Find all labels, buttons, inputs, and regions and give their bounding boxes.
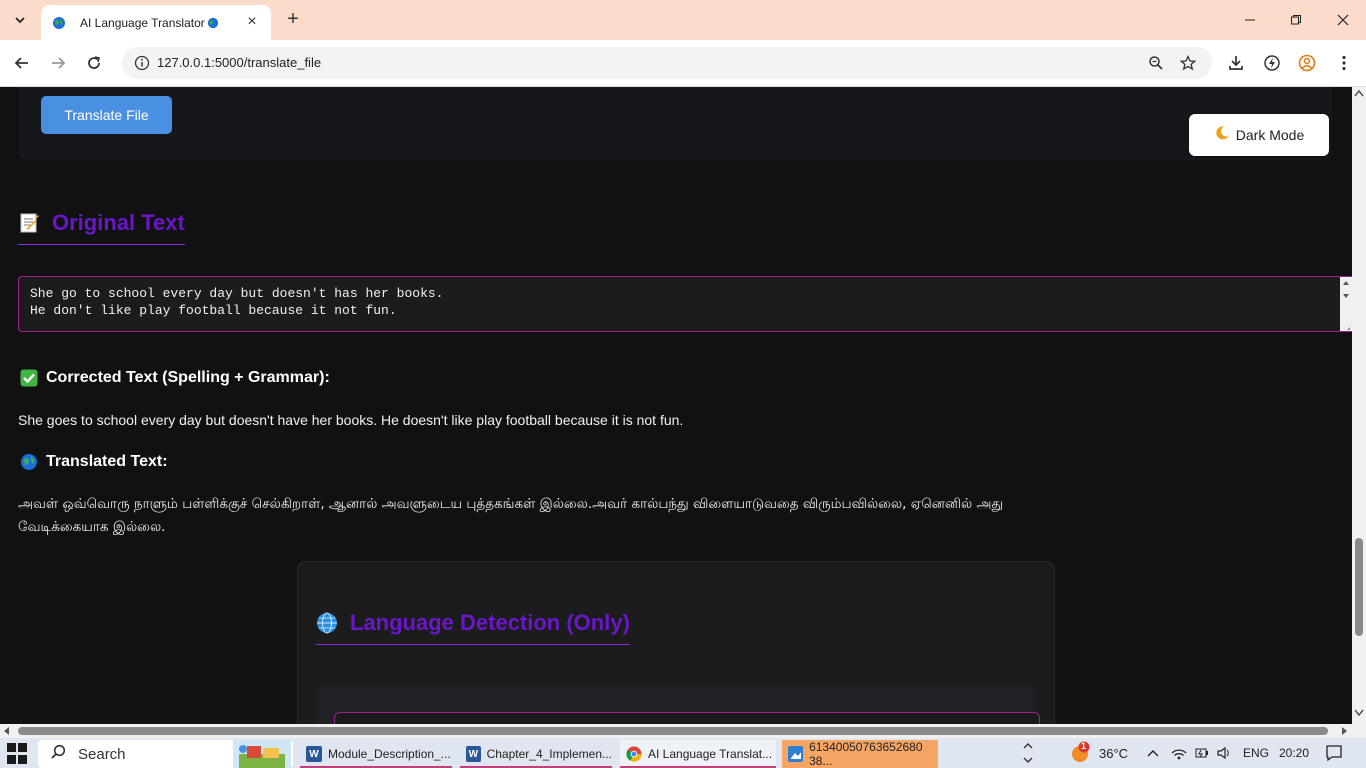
translated-text-heading-label: Translated Text: (46, 453, 168, 470)
reload-icon[interactable] (82, 51, 106, 75)
url-text[interactable]: 127.0.0.1:5000/translate_file (157, 55, 321, 70)
back-arrow-icon[interactable] (10, 51, 34, 75)
weather-icon[interactable]: 1 (1068, 741, 1092, 768)
detection-form (316, 686, 1040, 724)
profile-avatar-icon[interactable] (1296, 52, 1318, 74)
taskbar-item-chrome[interactable]: AI Language Translat... (620, 740, 776, 768)
windows-start-icon[interactable] (7, 743, 29, 765)
tab-title: AI Language Translator (80, 15, 205, 30)
scrollbar-corner (1352, 724, 1366, 738)
tab-search-icon[interactable] (6, 7, 34, 33)
language-detection-heading-label: Language Detection (Only) (350, 610, 630, 635)
globe-favicon-icon (51, 15, 67, 31)
taskbar-item-label: 61340050763652680​38... (809, 740, 923, 768)
globe-meridians-icon (316, 612, 338, 634)
language-detection-card: Language Detection (Only) (297, 561, 1055, 724)
battery-plug-icon[interactable] (1194, 745, 1210, 764)
original-text-area[interactable]: She go to school every day but doesn't h… (18, 276, 1352, 332)
translated-text-heading: Translated Text: (20, 453, 168, 471)
vertical-scroll-thumb[interactable] (1355, 538, 1363, 636)
forward-arrow-icon[interactable] (46, 51, 70, 75)
vertical-scrollbar[interactable] (1352, 87, 1366, 724)
taskbar-item-word-module[interactable]: W Module_Description_... (300, 740, 452, 768)
taskbar-item-label: AI Language Translat... (648, 747, 773, 761)
corrected-text-heading-label: Corrected Text (Spelling + Grammar): (46, 369, 330, 386)
restore-icon[interactable] (1283, 7, 1309, 33)
page-viewport: Translate File Dark Mode Original Text S… (0, 87, 1352, 724)
search-icon (50, 744, 66, 765)
taskbar-search-box[interactable]: Search (38, 740, 293, 768)
wifi-icon[interactable] (1171, 745, 1187, 764)
corrected-text-heading: Corrected Text (Spelling + Grammar): (20, 369, 330, 387)
original-text-line-1: She go to school every day but doesn't h… (30, 286, 444, 301)
corrected-text: She goes to school every day but doesn't… (18, 412, 684, 428)
scroll-right-arrow-icon[interactable] (1340, 727, 1348, 735)
more-menu-icon[interactable] (1333, 52, 1355, 74)
moon-icon (1214, 125, 1230, 146)
minimize-icon[interactable] (1237, 7, 1263, 33)
scroll-up-arrow-icon[interactable] (1354, 89, 1364, 99)
close-tab-icon[interactable]: × (243, 13, 261, 31)
browser-tabstrip: AI Language Translator × + (0, 0, 1366, 40)
upload-form-card (18, 87, 1332, 160)
dark-mode-label: Dark Mode (1235, 127, 1305, 143)
search-highlight-illustration (233, 740, 291, 768)
globe-emoji-icon (207, 17, 219, 29)
translated-text-line-1: அவள் ஒவ்வொரு நாளும் பள்ளிக்குச் செல்கிறா… (18, 496, 1004, 512)
input-language-indicator[interactable]: ENG (1243, 746, 1269, 760)
performance-icon[interactable] (1261, 52, 1283, 74)
tray-overflow-arrows-icon[interactable] (1022, 740, 1034, 768)
chrome-app-icon (626, 746, 642, 762)
weather-badge-count: 1 (1081, 741, 1087, 751)
show-hidden-icons-chevron-icon[interactable] (1147, 747, 1159, 761)
globe-icon (20, 453, 38, 471)
original-text-heading-label: Original Text (52, 210, 185, 235)
language-detection-heading: Language Detection (Only) (316, 610, 630, 645)
taskbar-search-label: Search (78, 745, 126, 763)
horizontal-scrollbar[interactable] (0, 724, 1352, 738)
bookmark-star-icon[interactable] (1178, 53, 1198, 73)
clock-time[interactable]: 20:20 (1279, 746, 1309, 760)
browser-tab-active[interactable]: AI Language Translator × (41, 5, 271, 40)
new-tab-plus-icon[interactable]: + (282, 8, 304, 30)
browser-toolbar: 127.0.0.1:5000/translate_file (0, 40, 1366, 87)
taskbar-item-word-chapter[interactable]: W Chapter_4_Implemen... (460, 740, 612, 768)
textarea-scrollbar[interactable] (1340, 277, 1352, 331)
windows-taskbar: Search W Module_Description_... W Chapte… (0, 738, 1366, 768)
site-info-icon[interactable] (132, 53, 152, 73)
taskbar-item-image-file[interactable]: 61340050763652680​38... (782, 740, 938, 768)
original-text-heading: Original Text (18, 210, 185, 245)
scroll-left-arrow-icon[interactable] (3, 727, 11, 735)
download-icon[interactable] (1225, 52, 1247, 74)
volume-icon[interactable] (1216, 745, 1232, 764)
word-app-icon: W (306, 746, 322, 762)
taskbar-item-label: Module_Description_... (328, 747, 451, 761)
scroll-down-arrow-icon[interactable] (1354, 709, 1364, 719)
word-app-icon: W (466, 746, 481, 762)
zoom-icon[interactable] (1146, 53, 1166, 73)
horizontal-scroll-thumb[interactable] (18, 727, 1328, 735)
memo-icon (18, 212, 40, 234)
translated-text-line-2: வேடிக்கையாக இல்லை. (18, 519, 166, 535)
address-bar[interactable]: 127.0.0.1:5000/translate_file (122, 47, 1212, 79)
original-text-line-2: He don't like play football because it n… (30, 303, 397, 318)
notification-center-icon[interactable] (1325, 744, 1343, 765)
taskbar-item-label: Chapter_4_Implemen... (486, 747, 612, 761)
detection-text-input[interactable] (334, 712, 1040, 724)
translate-file-button[interactable]: Translate File (41, 96, 172, 134)
dark-mode-button[interactable]: Dark Mode (1189, 114, 1329, 156)
close-window-icon[interactable] (1330, 7, 1356, 33)
photos-app-icon (788, 746, 804, 762)
translated-text: அவள் ஒவ்வொரு நாளும் பள்ளிக்குச் செல்கிறா… (18, 493, 1003, 539)
check-mark-icon (20, 369, 38, 387)
weather-temperature[interactable]: 36°C (1099, 746, 1128, 761)
